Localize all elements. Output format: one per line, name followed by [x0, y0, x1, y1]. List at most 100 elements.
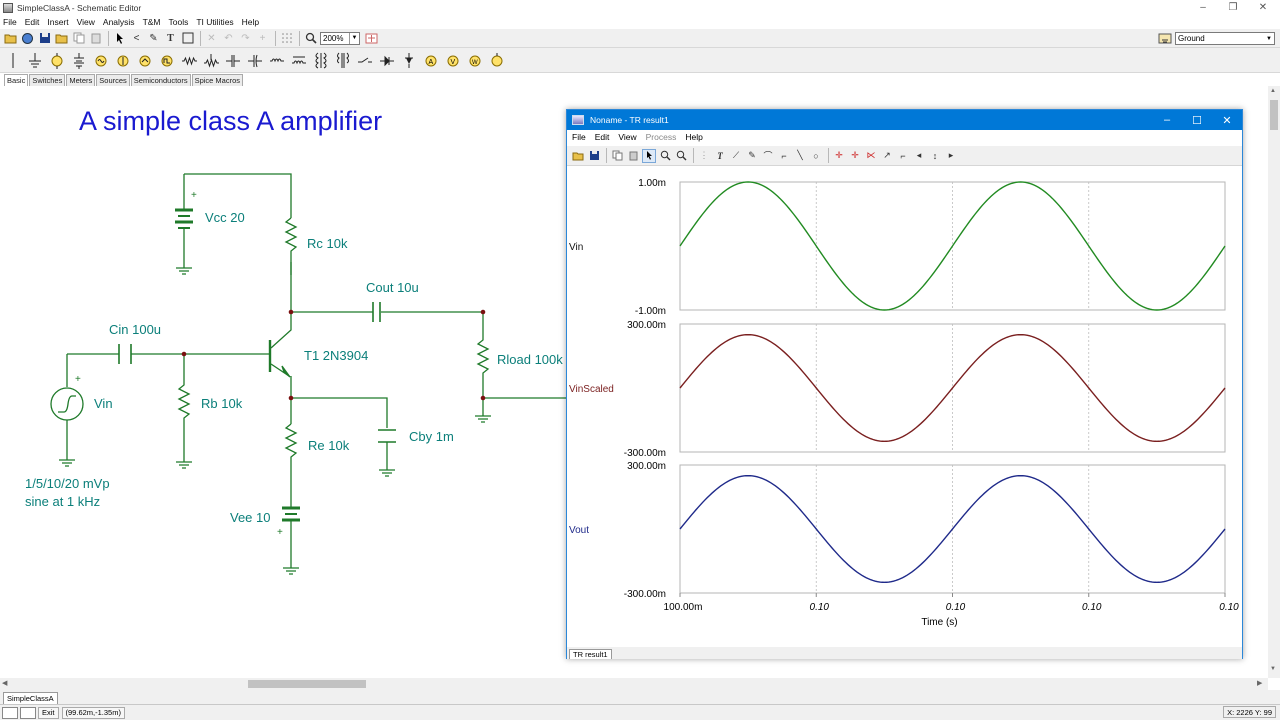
probe-icon[interactable]: [487, 50, 506, 71]
web-icon[interactable]: [20, 31, 35, 46]
wattmeter-icon[interactable]: W: [465, 50, 484, 71]
undo-icon[interactable]: ↶: [221, 31, 236, 46]
step-updown-icon[interactable]: ↕: [928, 149, 942, 163]
battery-icon[interactable]: [69, 50, 88, 71]
schematic-view-icon[interactable]: [2, 706, 18, 719]
scroll-down-icon[interactable]: ▼: [1270, 666, 1276, 672]
ground-icon[interactable]: [25, 50, 44, 71]
tr-menu-view[interactable]: View: [618, 132, 636, 142]
curve-icon[interactable]: ⌒: [761, 149, 775, 163]
select-arrow-icon[interactable]: [112, 31, 127, 46]
pcb-view-icon[interactable]: [20, 706, 36, 719]
copy-icon[interactable]: [610, 149, 624, 163]
text-tool-icon[interactable]: T: [163, 31, 178, 46]
component-select[interactable]: Ground ▼: [1175, 32, 1275, 45]
circle-icon[interactable]: ○: [809, 149, 823, 163]
arrow-tool-icon[interactable]: ↗: [880, 149, 894, 163]
tilt-line-icon[interactable]: ⟋: [729, 149, 743, 163]
exit-button[interactable]: Exit: [38, 706, 59, 719]
voltage-source-icon[interactable]: [47, 50, 66, 71]
tab-meters[interactable]: Meters: [66, 74, 96, 86]
scroll-left-icon[interactable]: ◀: [2, 679, 7, 687]
zoom-out-icon[interactable]: [674, 149, 688, 163]
open-folder-icon[interactable]: [3, 31, 18, 46]
redo-icon[interactable]: ↷: [238, 31, 253, 46]
menu-tools[interactable]: Tools: [169, 17, 189, 27]
menu-view[interactable]: View: [77, 17, 95, 27]
transformer-icon[interactable]: [311, 50, 330, 71]
analysis-tool-icon[interactable]: [364, 31, 379, 46]
transformer-core-icon[interactable]: [333, 50, 352, 71]
select-arrow-icon[interactable]: [642, 148, 656, 163]
ac-source-icon[interactable]: [91, 50, 110, 71]
ammeter-icon[interactable]: A: [421, 50, 440, 71]
menu-tm[interactable]: T&M: [143, 17, 161, 27]
tab-simpleclassa[interactable]: SimpleClassA: [3, 692, 58, 704]
zoom-in-icon[interactable]: [658, 149, 672, 163]
scroll-up-icon[interactable]: ▲: [1270, 88, 1276, 94]
tab-switches[interactable]: Switches: [29, 74, 66, 86]
voltmeter-icon[interactable]: V: [443, 50, 462, 71]
cursor-mark-icon[interactable]: ⋉: [864, 149, 878, 163]
minimize-button[interactable]: –: [1188, 0, 1218, 15]
capacitor-icon[interactable]: [223, 50, 242, 71]
step-right-icon[interactable]: ▸: [944, 149, 958, 163]
tab-spice-macros[interactable]: Spice Macros: [191, 74, 244, 86]
zoom-icon[interactable]: [303, 31, 318, 46]
menu-file[interactable]: File: [3, 17, 17, 27]
delete-icon[interactable]: ✕: [204, 31, 219, 46]
open-folder-icon[interactable]: [571, 149, 585, 163]
close-button[interactable]: ✕: [1248, 0, 1278, 15]
current-source-icon[interactable]: [113, 50, 132, 71]
paste-icon[interactable]: [626, 149, 640, 163]
line-icon[interactable]: ╲: [793, 149, 807, 163]
pen-icon[interactable]: ✎: [146, 31, 161, 46]
wire-icon[interactable]: [3, 50, 22, 71]
scroll-right-icon[interactable]: ▶: [1257, 679, 1262, 687]
text-tool-icon[interactable]: T: [713, 149, 727, 163]
tr-minimize-button[interactable]: –: [1152, 110, 1182, 130]
diode-icon[interactable]: [377, 50, 396, 71]
tr-menu-process[interactable]: Process: [646, 132, 677, 142]
menu-edit[interactable]: Edit: [25, 17, 40, 27]
copy-icon[interactable]: [71, 31, 86, 46]
electrolytic-capacitor-icon[interactable]: [245, 50, 264, 71]
potentiometer-icon[interactable]: [201, 50, 220, 71]
generator-icon[interactable]: [135, 50, 154, 71]
horizontal-scrollbar[interactable]: ◀ ▶: [0, 678, 1268, 690]
cursor-b-icon[interactable]: ✛: [848, 149, 862, 163]
core-inductor-icon[interactable]: [289, 50, 308, 71]
zoom-select[interactable]: 200% ▼: [320, 31, 360, 45]
menu-analysis[interactable]: Analysis: [103, 17, 135, 27]
switch-icon[interactable]: [355, 50, 374, 71]
pointer-mark-icon[interactable]: ⌐: [896, 149, 910, 163]
pen-line-icon[interactable]: ✎: [745, 149, 759, 163]
tr-menu-file[interactable]: File: [572, 132, 586, 142]
scroll-thumb[interactable]: [248, 680, 366, 688]
tab-semiconductors[interactable]: Semiconductors: [130, 74, 191, 86]
restore-button[interactable]: ❐: [1218, 0, 1248, 15]
step-curve-icon[interactable]: ⌐: [777, 149, 791, 163]
paste-icon[interactable]: [88, 31, 103, 46]
tr-maximize-button[interactable]: ☐: [1182, 110, 1212, 130]
save-icon[interactable]: [37, 31, 52, 46]
menu-insert[interactable]: Insert: [47, 17, 68, 27]
tab-basic[interactable]: Basic: [4, 74, 29, 86]
vertical-scrollbar[interactable]: ▲ ▼: [1268, 86, 1280, 678]
tr-menu-help[interactable]: Help: [685, 132, 702, 142]
scroll-thumb[interactable]: [1270, 100, 1278, 130]
tab-sources[interactable]: Sources: [96, 74, 130, 86]
menu-help[interactable]: Help: [242, 17, 259, 27]
open-recent-icon[interactable]: [54, 31, 69, 46]
pulse-source-icon[interactable]: [157, 50, 176, 71]
save-icon[interactable]: [587, 149, 601, 163]
tr-close-button[interactable]: ✕: [1212, 110, 1242, 130]
tr-plot-area[interactable]: 1.00m -1.00m Vin 300.00m -300.00m VinScaled 30…: [567, 167, 1242, 647]
tr-menu-edit[interactable]: Edit: [595, 132, 610, 142]
cursor-a-icon[interactable]: ✛: [832, 149, 846, 163]
header-tool-icon[interactable]: [180, 31, 195, 46]
component-place-icon[interactable]: [1158, 32, 1172, 45]
resistor-icon[interactable]: [179, 50, 198, 71]
grid-icon[interactable]: ⋮: [697, 149, 711, 163]
tab-tr-result1[interactable]: TR result1: [569, 649, 612, 659]
